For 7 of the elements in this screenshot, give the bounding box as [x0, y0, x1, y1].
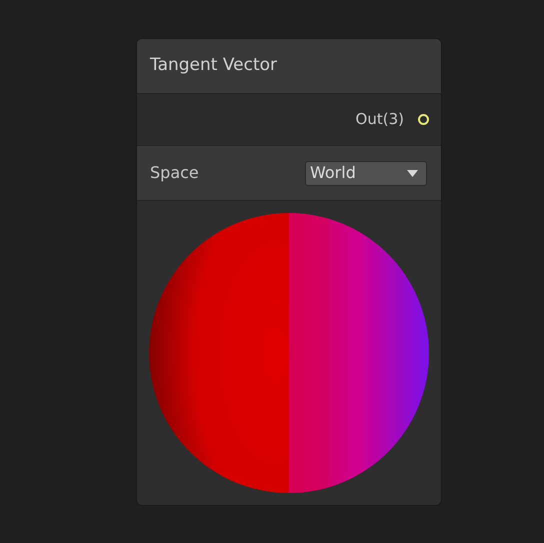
port-label: Out(3)	[356, 109, 404, 130]
node-title: Tangent Vector	[150, 54, 278, 78]
caret-icon	[407, 170, 418, 176]
space-dropdown[interactable]: World	[305, 160, 427, 186]
port-icon[interactable]	[418, 114, 429, 125]
control-label: Space	[150, 162, 199, 184]
node-panel[interactable]: Tangent Vector Out(3) Space World	[136, 38, 442, 506]
